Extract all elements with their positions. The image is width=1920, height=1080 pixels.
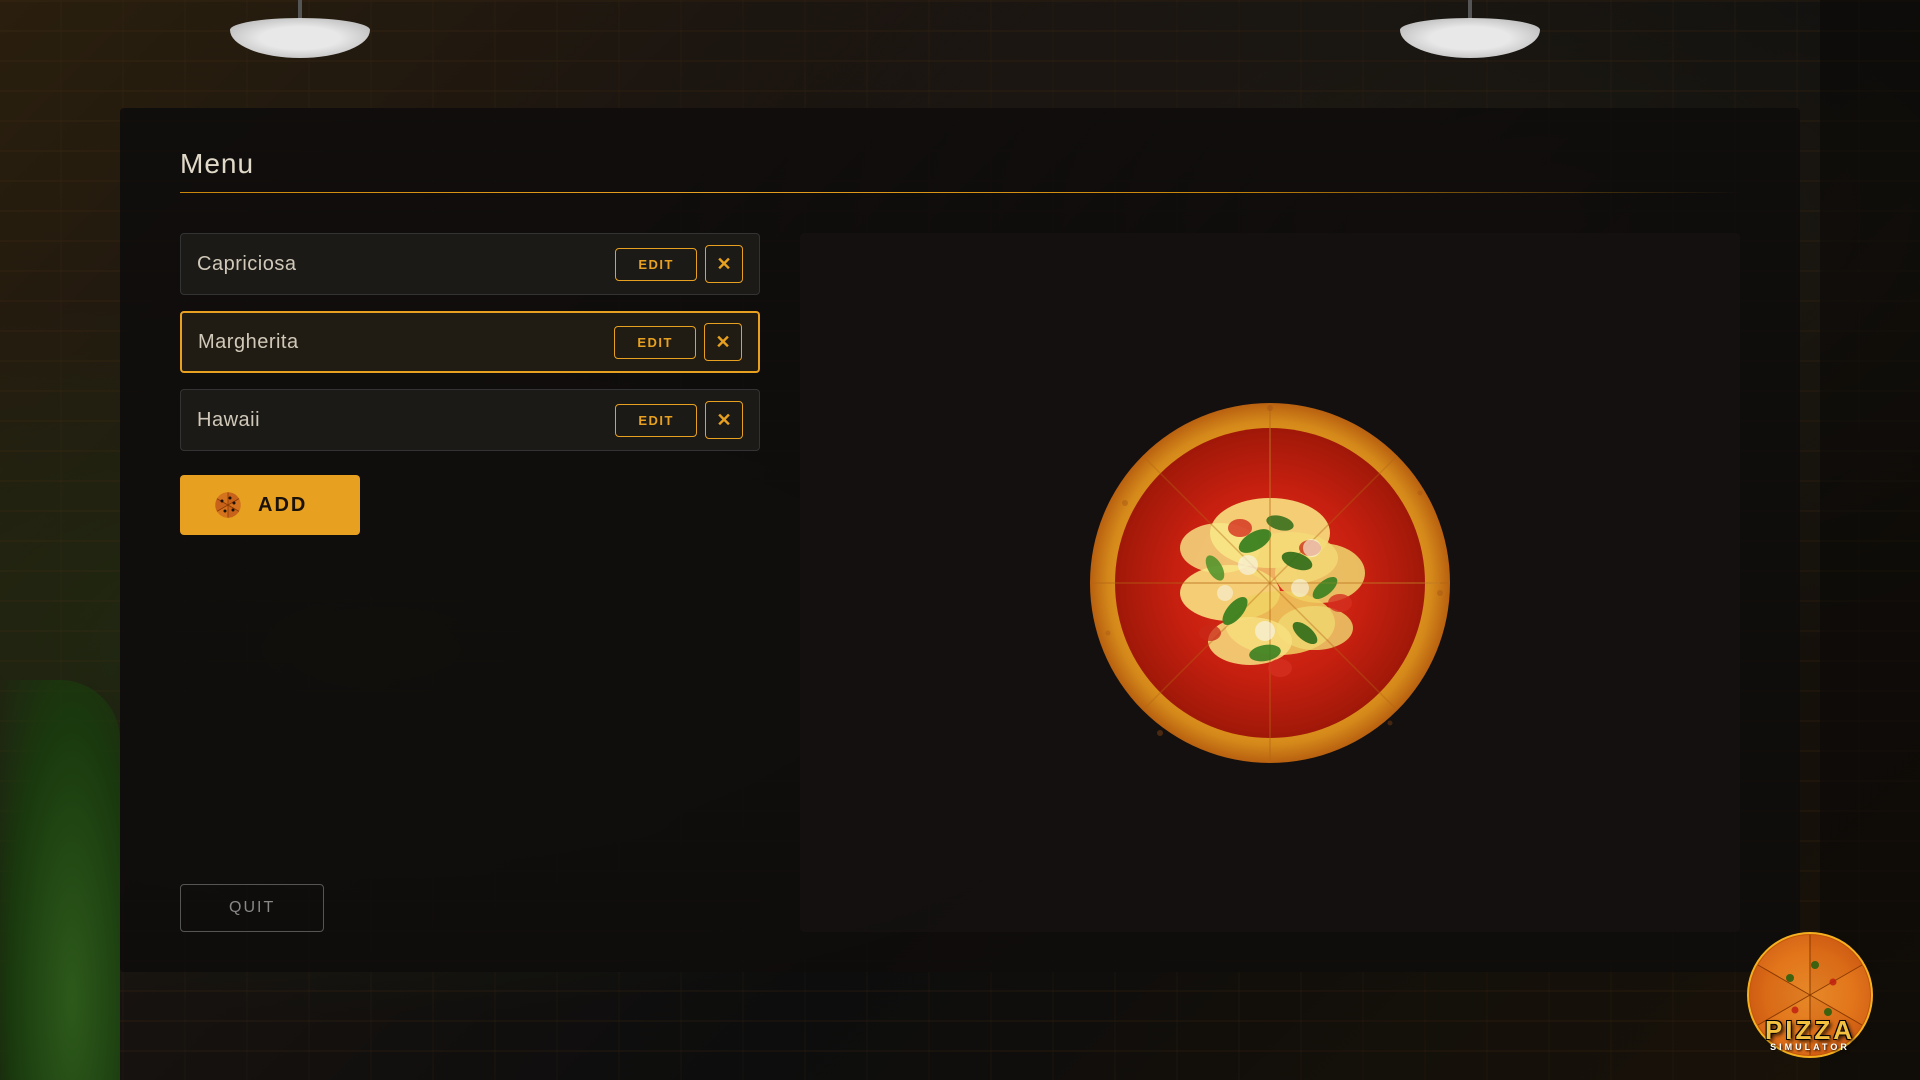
pizza-name-margherita: Margherita	[198, 331, 614, 354]
pizza-image	[1080, 393, 1460, 773]
delete-button-hawaii[interactable]: ✕	[705, 401, 743, 439]
add-pizza-button[interactable]: ADD	[180, 475, 360, 535]
pizza-row-capriciosa: Capriciosa EDIT ✕	[180, 233, 760, 295]
pizza-row-hawaii: Hawaii EDIT ✕	[180, 389, 760, 451]
plant-decoration	[0, 680, 120, 1080]
delete-button-margherita[interactable]: ✕	[704, 323, 742, 361]
pizza-row-margherita: Margherita EDIT ✕	[180, 311, 760, 373]
pizza-list: Capriciosa EDIT ✕ Margherita EDIT ✕	[180, 233, 760, 932]
shelf-right	[1820, 0, 1920, 1080]
margherita-buttons: EDIT ✕	[614, 323, 742, 361]
edit-button-hawaii[interactable]: EDIT	[615, 404, 697, 437]
capriciosa-buttons: EDIT ✕	[615, 245, 743, 283]
page-title: Menu	[180, 148, 1740, 180]
pizza-icon	[212, 489, 244, 521]
title-divider	[180, 192, 1740, 193]
pizza-preview	[800, 233, 1740, 932]
pizza-name-hawaii: Hawaii	[197, 409, 615, 432]
quit-button[interactable]: QUIT	[180, 884, 324, 932]
main-panel: Menu Capriciosa EDIT ✕ Margherita	[120, 108, 1800, 972]
lamp-left	[200, 0, 400, 60]
lamp-right	[1370, 0, 1570, 60]
pizza-name-capriciosa: Capriciosa	[197, 253, 615, 276]
delete-button-capriciosa[interactable]: ✕	[705, 245, 743, 283]
edit-button-margherita[interactable]: EDIT	[614, 326, 696, 359]
logo: PIZZA SIMULATOR	[1730, 940, 1890, 1060]
hawaii-buttons: EDIT ✕	[615, 401, 743, 439]
add-button-label: ADD	[258, 494, 307, 517]
edit-button-capriciosa[interactable]: EDIT	[615, 248, 697, 281]
